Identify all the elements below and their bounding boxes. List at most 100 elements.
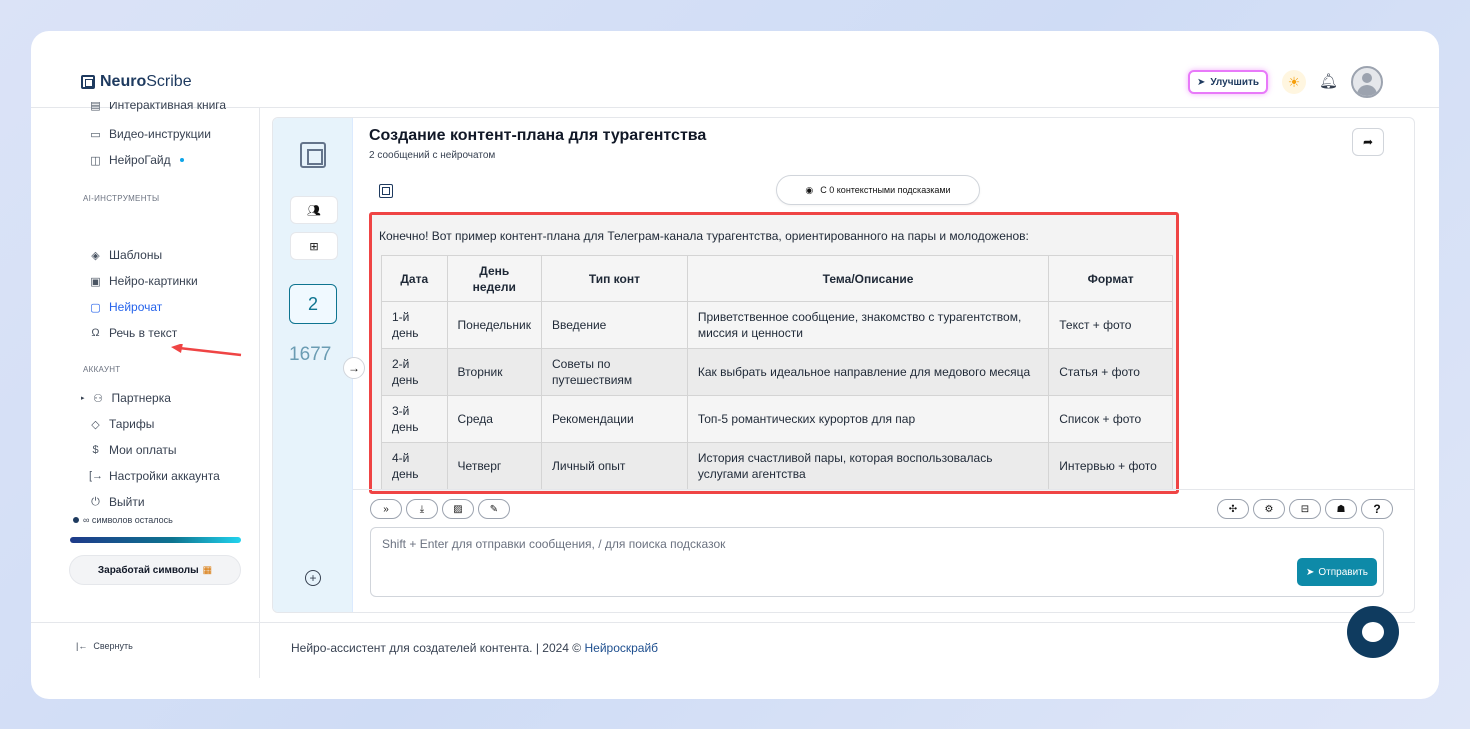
upgrade-label: Улучшить [1210, 76, 1260, 88]
dollar-icon: $ [92, 444, 99, 456]
expand-arrow-button[interactable]: → [343, 357, 365, 379]
download-icon: ⤓ [419, 503, 425, 515]
grid-button[interactable]: ⊞ [290, 232, 338, 260]
video-icon: ▭ [90, 128, 101, 141]
message-intro: Конечно! Вот пример контент-плана для Те… [379, 229, 1029, 243]
settings-button[interactable]: ⚙ [1253, 499, 1285, 519]
plugin-button[interactable]: ✣ [1217, 499, 1249, 519]
layout-button[interactable]: ⊟ [1289, 499, 1321, 519]
chat-subtitle: 2 сообщений с нейрочатом [369, 150, 496, 161]
arrow-right-icon: → [348, 361, 360, 375]
table-row: 4-й день Четверг Личный опыт История сча… [381, 442, 1173, 490]
magic-button[interactable]: ✎ [478, 499, 510, 519]
sidebar-item-speech-to-text[interactable]: Ω Речь в текст [89, 325, 177, 341]
bot-avatar-icon [379, 184, 393, 198]
top-header: NeuroScribe ➤ Улучшить ☀ 🔔︎ [31, 31, 1439, 108]
help-button[interactable]: ? [1361, 499, 1393, 519]
table-row: 3-й день Среда Рекомендации Топ-5 романт… [381, 395, 1173, 443]
layers-icon: ◈ [91, 249, 100, 262]
earn-symbols-button[interactable]: Заработай символы ▦ [69, 555, 241, 585]
users-button[interactable]: 👥︎ [290, 196, 338, 224]
support-chat-button[interactable] [1347, 606, 1399, 658]
table-row: 1-й день Понедельник Введение Приветстве… [381, 301, 1173, 349]
main-divider [259, 108, 260, 678]
download-button[interactable]: ⤓ [406, 499, 438, 519]
red-arrow-annotation-icon [171, 344, 242, 357]
footer-divider [31, 622, 1415, 623]
scroll-down-button[interactable]: » [370, 499, 402, 519]
sidebar-item-interactive-book[interactable]: ▤ Интерактивная книга [89, 102, 226, 112]
header-weekday: День недели [446, 255, 543, 302]
avatar[interactable] [1351, 66, 1383, 98]
add-chat-plus-icon[interactable]: + [305, 570, 321, 586]
gear-icon: ⚙ [1264, 503, 1274, 515]
table-header-row: Дата День недели Тип конт Тема/Описание … [381, 255, 1173, 302]
layout-icon: ⊟ [1300, 503, 1310, 515]
users-icon: ⚇ [93, 392, 103, 405]
rail-count: 1677 [289, 344, 332, 365]
section-ai-tools: AI-ИНСТРУМЕНТЫ [83, 194, 160, 203]
question-icon: ? [1373, 502, 1381, 516]
share-icon: ➦ [1362, 135, 1374, 149]
users-icon: 👥︎ [307, 204, 321, 217]
sidebar-item-templates[interactable]: ◈ Шаблоны [89, 247, 162, 263]
logo-icon [81, 75, 95, 89]
message-input-box: ➤ Отправить [370, 527, 1384, 597]
sidebar-item-video-instructions[interactable]: ▭ Видео-инструкции [89, 126, 211, 142]
image-button[interactable]: ▨ [442, 499, 474, 519]
sidebar: ▤ Интерактивная книга ▭ Видео-инструкции… [31, 102, 259, 699]
image-icon: ▣ [90, 275, 101, 288]
logo-bold: Neuro [100, 73, 147, 90]
chat-panel: 👥︎ ⊞ 2 1677 + Создание контент-плана для… [272, 117, 1415, 613]
bell-icon[interactable]: 🔔︎ [1319, 72, 1338, 92]
app-frame: NeuroScribe ➤ Улучшить ☀ 🔔︎ ▤ Интерактив… [31, 31, 1439, 699]
rail-selected-number[interactable]: 2 [289, 284, 337, 324]
sidebar-item-logout[interactable]: ⏻ Выйти [89, 494, 144, 510]
header-content-type: Тип конт [541, 255, 688, 302]
chars-bullet-icon [73, 517, 79, 523]
bot-message: Конечно! Вот пример контент-плана для Те… [369, 212, 1179, 494]
caret-right-icon: ▸ [81, 395, 85, 402]
theme-toggle-sun-icon[interactable]: ☀ [1282, 70, 1306, 94]
book-icon: ▤ [90, 102, 101, 112]
new-indicator-dot [179, 158, 184, 162]
power-icon: ⏻ [91, 495, 100, 508]
login-icon: [→ [89, 470, 104, 482]
rocket-icon: ➤ [1196, 76, 1206, 88]
palette-icon: ◉ [805, 184, 814, 195]
sidebar-item-account-settings[interactable]: [→ Настройки аккаунта [89, 468, 220, 484]
context-hints-pill[interactable]: ◉ С 0 контекстными подсказками [776, 175, 980, 205]
puzzle-icon: ✣ [1228, 503, 1238, 515]
footer-link[interactable]: Нейроскрайб [584, 641, 658, 655]
footer: Нейро-ассистент для создателей контента.… [291, 641, 659, 655]
input-tools-left: » ⤓ ▨ ✎ [370, 499, 510, 519]
sidebar-item-partners[interactable]: ▸ ⚇ Партнерка [81, 390, 171, 406]
headphones-icon: Ω [91, 327, 100, 339]
image-icon: ▨ [453, 503, 463, 515]
sidebar-item-neurochat[interactable]: ▢ Нейрочат [89, 299, 162, 315]
send-button[interactable]: ➤ Отправить [1297, 558, 1377, 586]
message-input[interactable] [382, 537, 1282, 557]
chars-remaining: ∞ символов осталось [73, 515, 173, 525]
header-date: Дата [381, 255, 448, 302]
logo-rest: Scribe [146, 73, 192, 90]
upgrade-button[interactable]: ➤ Улучшить [1188, 70, 1268, 94]
robot-button[interactable]: ☗ [1325, 499, 1357, 519]
share-button[interactable]: ➦ [1352, 128, 1384, 156]
input-divider [353, 489, 1414, 490]
gift-icon: ▦ [202, 564, 213, 576]
sidebar-item-my-payments[interactable]: $ Мои оплаты [89, 442, 176, 458]
input-tools-right: ✣ ⚙ ⊟ ☗ ? [1217, 499, 1393, 519]
grid-icon: ⊞ [309, 240, 319, 253]
collapse-icon: |← [76, 641, 88, 651]
magic-wand-icon: ✎ [489, 503, 499, 515]
logo[interactable]: NeuroScribe [81, 73, 192, 91]
table-row: 2-й день Вторник Советы по путешествиям … [381, 348, 1173, 396]
sidebar-item-neuroguide[interactable]: ◫ НейроГайд [89, 152, 184, 168]
chevrons-down-icon: » [383, 503, 389, 515]
section-account: АККАУНТ [83, 365, 121, 374]
collapse-sidebar-button[interactable]: |← Свернуть [76, 641, 133, 651]
content-plan-table: Дата День недели Тип конт Тема/Описание … [381, 255, 1173, 490]
sidebar-item-tariffs[interactable]: ◇ Тарифы [89, 416, 154, 432]
sidebar-item-neuro-images[interactable]: ▣ Нейро-картинки [89, 273, 197, 289]
